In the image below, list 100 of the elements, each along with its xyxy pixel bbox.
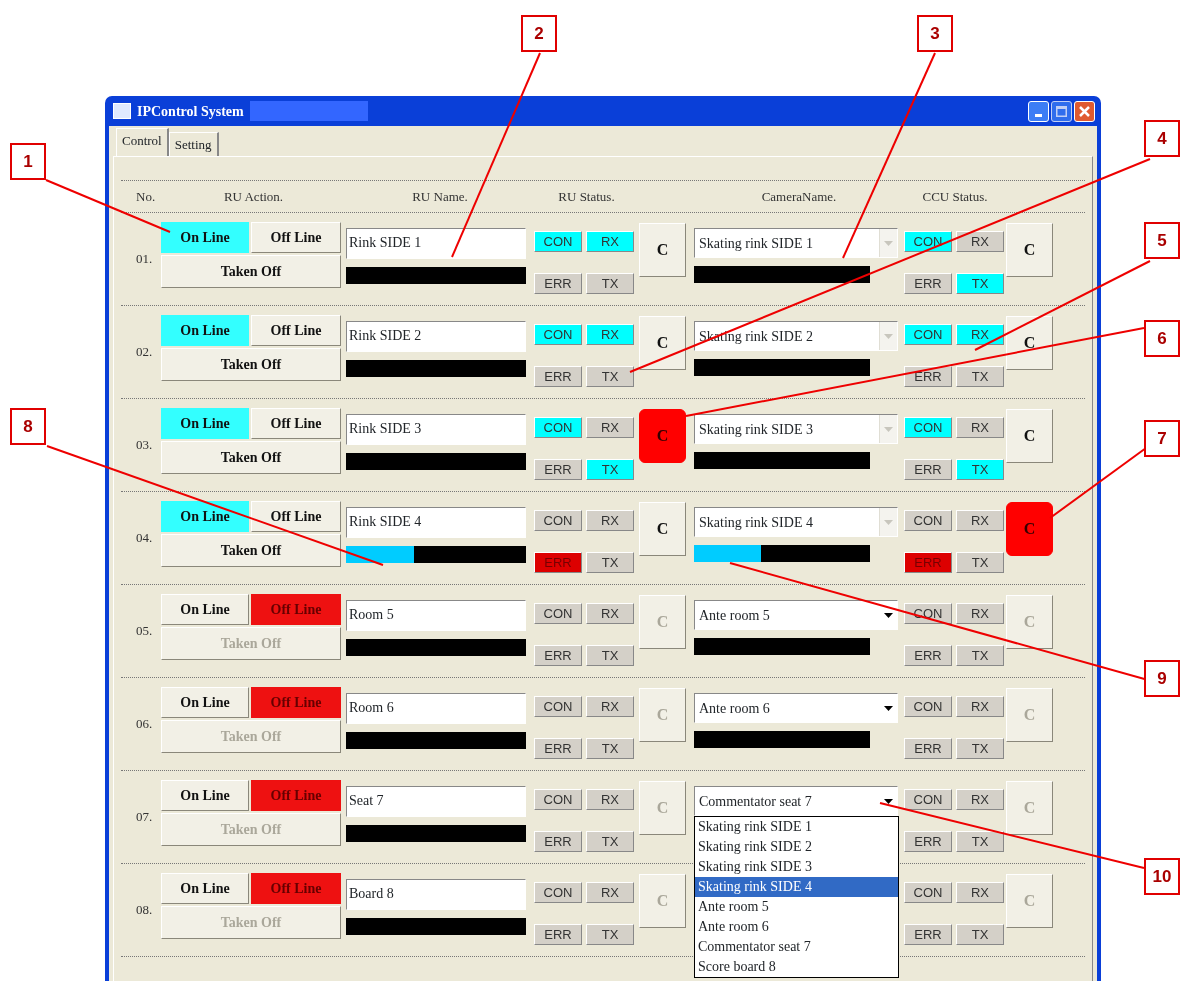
dropdown-arrow-icon[interactable]: [883, 612, 893, 618]
callout-number: 9: [1144, 660, 1180, 697]
on-line-button[interactable]: On Line: [161, 873, 249, 904]
taken-off-button[interactable]: Taken Off: [161, 441, 341, 474]
status-indicator: TX: [956, 552, 1004, 573]
status-indicator: RX: [956, 324, 1004, 345]
dropdown-option[interactable]: Ante room 5: [695, 897, 898, 917]
dropdown-option[interactable]: Ante room 6: [695, 917, 898, 937]
status-indicator: RX: [586, 417, 634, 438]
camera-dropdown[interactable]: Commentator seat 7: [694, 786, 898, 816]
clear-button[interactable]: C: [1006, 502, 1053, 556]
on-line-button[interactable]: On Line: [161, 222, 249, 253]
taken-off-button[interactable]: Taken Off: [161, 348, 341, 381]
camera-dropdown[interactable]: Ante room 6: [694, 693, 898, 723]
status-indicator: ERR: [534, 366, 582, 387]
dropdown-option[interactable]: Skating rink SIDE 4: [695, 877, 898, 897]
clear-button[interactable]: C: [1006, 316, 1053, 370]
status-indicator: RX: [586, 696, 634, 717]
dropdown-option[interactable]: Skating rink SIDE 1: [695, 817, 898, 837]
status-indicator: TX: [586, 366, 634, 387]
status-indicator: CON: [534, 789, 582, 810]
row-number: 06.: [136, 715, 154, 734]
status-indicator: TX: [586, 924, 634, 945]
name-field[interactable]: Room 6: [346, 693, 526, 724]
status-indicator: TX: [956, 459, 1004, 480]
callout-number: 5: [1144, 222, 1180, 259]
on-line-button[interactable]: On Line: [161, 408, 249, 439]
status-indicator: ERR: [534, 645, 582, 666]
row-number: 05.: [136, 622, 154, 641]
status-indicator: CON: [534, 231, 582, 252]
status-indicator: RX: [956, 789, 1004, 810]
status-indicator: CON: [534, 417, 582, 438]
name-field[interactable]: Room 5: [346, 600, 526, 631]
status-indicator: RX: [586, 510, 634, 531]
off-line-button[interactable]: Off Line: [251, 408, 341, 439]
status-indicator: RX: [586, 882, 634, 903]
row-number: 03.: [136, 436, 154, 455]
off-line-button[interactable]: Off Line: [251, 222, 341, 253]
status-indicator: RX: [586, 603, 634, 624]
callout-number: 8: [10, 408, 46, 445]
on-line-button[interactable]: On Line: [161, 501, 249, 532]
row-number: 01.: [136, 250, 154, 269]
dropdown-option[interactable]: Commentator seat 7: [695, 937, 898, 957]
status-indicator: RX: [956, 882, 1004, 903]
column-header: RU Status.: [557, 187, 616, 206]
tab[interactable]: Setting: [168, 131, 219, 156]
name-field[interactable]: Rink SIDE 3: [346, 414, 526, 445]
status-indicator: CON: [904, 789, 952, 810]
app-icon: [113, 103, 131, 119]
clear-button[interactable]: C: [639, 316, 686, 370]
status-indicator: ERR: [534, 738, 582, 759]
taken-off-button[interactable]: Taken Off: [161, 255, 341, 288]
status-indicator: ERR: [534, 273, 582, 294]
status-indicator: RX: [956, 231, 1004, 252]
callout-number: 7: [1144, 420, 1180, 457]
status-indicator: CON: [534, 603, 582, 624]
name-field[interactable]: Rink SIDE 1: [346, 228, 526, 259]
status-indicator: TX: [586, 273, 634, 294]
callout-number: 1: [10, 143, 46, 180]
minimize-button[interactable]: [1028, 100, 1049, 122]
dropdown-arrow-icon[interactable]: [883, 705, 893, 711]
clear-button[interactable]: C: [1006, 223, 1053, 277]
clear-button[interactable]: C: [639, 502, 686, 556]
status-indicator: ERR: [904, 459, 952, 480]
column-header: CameraName.: [760, 187, 838, 206]
name-field[interactable]: Rink SIDE 2: [346, 321, 526, 352]
dropdown-arrow-icon[interactable]: [883, 798, 893, 804]
clear-button[interactable]: C: [639, 409, 686, 463]
name-field[interactable]: Seat 7: [346, 786, 526, 817]
off-line-button[interactable]: Off Line: [251, 315, 341, 346]
status-indicator: CON: [904, 882, 952, 903]
row-number: 07.: [136, 808, 154, 827]
off-line-button[interactable]: Off Line: [251, 501, 341, 532]
clear-button[interactable]: C: [1006, 409, 1053, 463]
column-header: CCU Status.: [921, 187, 989, 206]
status-indicator: ERR: [904, 645, 952, 666]
status-indicator: TX: [586, 552, 634, 573]
status-indicator: RX: [956, 510, 1004, 531]
status-indicator: ERR: [904, 273, 952, 294]
callout-number: 6: [1144, 320, 1180, 357]
callout-number: 4: [1144, 120, 1180, 157]
status-indicator: ERR: [534, 831, 582, 852]
status-indicator: CON: [904, 696, 952, 717]
maximize-button[interactable]: [1051, 100, 1072, 122]
taken-off-button[interactable]: Taken Off: [161, 534, 341, 567]
name-field[interactable]: Rink SIDE 4: [346, 507, 526, 538]
camera-dropdown[interactable]: Ante room 5: [694, 600, 898, 630]
dropdown-option[interactable]: Skating rink SIDE 2: [695, 837, 898, 857]
clear-button[interactable]: C: [639, 223, 686, 277]
callout-number: 2: [521, 15, 557, 52]
close-button[interactable]: [1074, 100, 1095, 122]
dropdown-option[interactable]: Skating rink SIDE 3: [695, 857, 898, 877]
tab[interactable]: Control: [116, 127, 169, 156]
on-line-button[interactable]: On Line: [161, 315, 249, 346]
dropdown-option[interactable]: Score board 8: [695, 957, 898, 977]
column-header: RU Action.: [222, 187, 285, 206]
name-field[interactable]: Board 8: [346, 879, 526, 910]
on-line-button[interactable]: On Line: [161, 780, 249, 811]
on-line-button[interactable]: On Line: [161, 594, 249, 625]
on-line-button[interactable]: On Line: [161, 687, 249, 718]
